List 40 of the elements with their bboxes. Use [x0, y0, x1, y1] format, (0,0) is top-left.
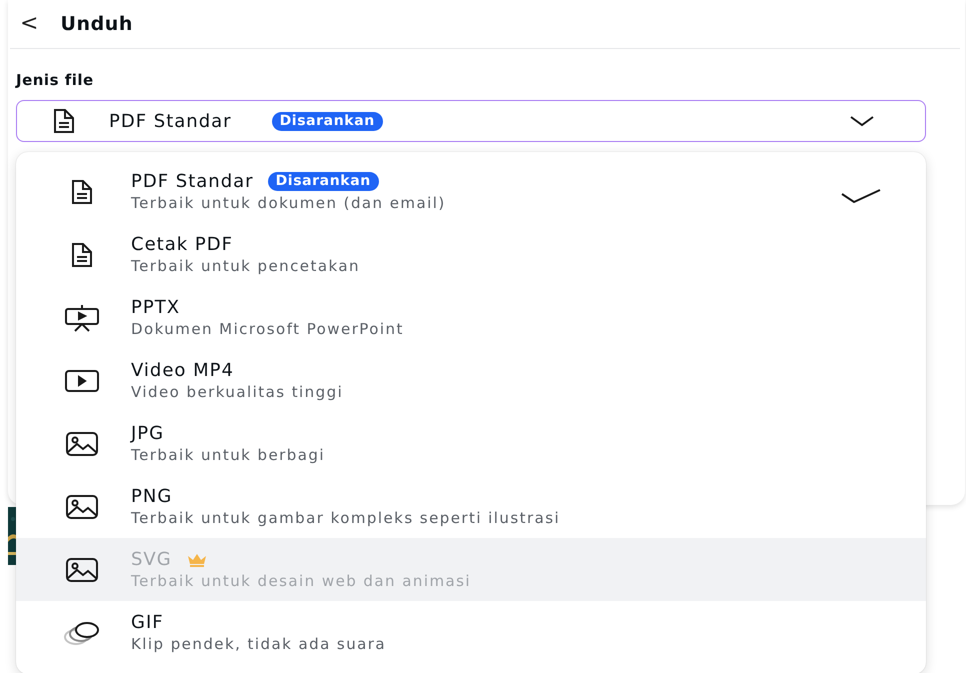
selected-value: PDF Standar [109, 110, 232, 132]
format-name: JPG [131, 423, 164, 444]
format-option[interactable]: PPTX Dokumen Microsoft PowerPoint [16, 286, 926, 349]
format-name: PNG [131, 486, 172, 507]
format-option[interactable]: PDF Standar Disarankan Terbaik untuk dokumen (dan email) [16, 160, 926, 223]
image-icon [66, 432, 98, 456]
format-option[interactable]: PNG Terbaik untuk gambar kompleks seperti ilustrasi [16, 475, 926, 538]
document-icon [53, 108, 75, 134]
format-description: Dokumen Microsoft PowerPoint [131, 320, 405, 338]
recommended-badge: Disarankan [268, 172, 379, 191]
format-option[interactable]: GIF Klip pendek, tidak ada suara [16, 601, 926, 664]
back-button[interactable]: < [20, 13, 38, 35]
format-option[interactable]: Cetak PDF Terbaik untuk pencetakan [16, 223, 926, 286]
document-icon [71, 178, 93, 204]
format-name: Video MP4 [131, 360, 234, 381]
recommended-badge: Disarankan [272, 112, 383, 130]
document-icon [71, 242, 93, 268]
format-option[interactable]: JPG Terbaik untuk berbagi [16, 412, 926, 475]
format-description: Terbaik untuk desain web dan animasi [131, 572, 472, 590]
gif-icon [63, 620, 101, 646]
file-type-dropdown[interactable]: PDF Standar Disarankan [16, 100, 926, 142]
image-icon [66, 558, 98, 582]
format-description: Terbaik untuk berbagi [131, 446, 326, 464]
format-description: Terbaik untuk gambar kompleks seperti ilustrasi [131, 509, 562, 527]
format-description: Terbaik untuk pencetakan [131, 257, 361, 275]
panel-title: Unduh [60, 13, 134, 35]
field-label: Jenis file [16, 71, 95, 89]
format-name: PPTX [131, 297, 180, 318]
format-description: Terbaik untuk dokumen (dan email) [131, 194, 447, 212]
format-option[interactable]: Video MP4 Video berkualitas tinggi [16, 349, 926, 412]
video-icon [65, 370, 99, 392]
presentation-icon [64, 304, 100, 332]
format-description: Klip pendek, tidak ada suara [131, 635, 388, 653]
format-name: PDF Standar [131, 171, 254, 192]
format-name: SVG [131, 549, 172, 570]
format-name: Cetak PDF [131, 234, 233, 255]
chevron-down-icon [849, 115, 875, 127]
image-icon [66, 494, 98, 518]
format-name: GIF [131, 612, 164, 633]
format-description: Video berkualitas tinggi [131, 383, 344, 401]
